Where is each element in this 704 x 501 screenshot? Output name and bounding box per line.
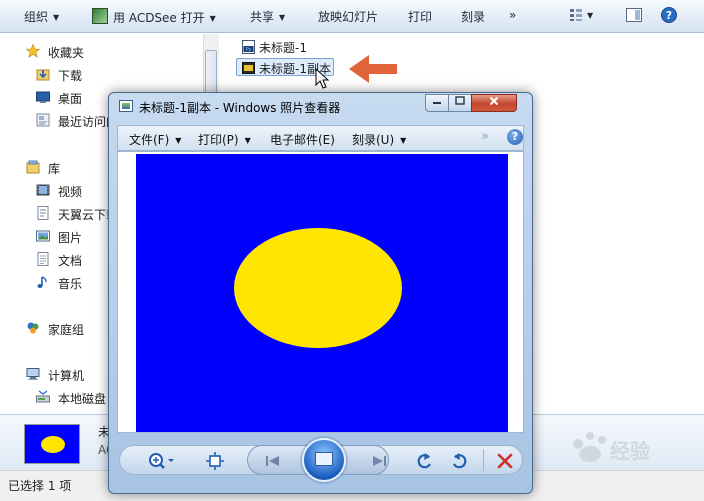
print-button[interactable]: 打印 bbox=[408, 8, 432, 25]
menu-file[interactable]: 文件(F) ▼ bbox=[129, 131, 181, 148]
chevron-down-icon: ▼ bbox=[279, 13, 286, 22]
minimize-icon bbox=[433, 102, 441, 104]
photo-viewer-icon bbox=[119, 100, 133, 112]
viewer-control-bar bbox=[117, 437, 524, 482]
close-button[interactable] bbox=[471, 94, 517, 112]
rotate-clockwise-icon[interactable] bbox=[449, 451, 469, 471]
fit-to-window-icon[interactable] bbox=[205, 451, 225, 471]
menu-burn[interactable]: 刻录(U) ▼ bbox=[352, 131, 406, 148]
explorer-toolbar: 组织 ▼ 用 ACDSee 打开 ▼ 共享 ▼ 放映幻灯片 打印 刻录 » ▼ ? bbox=[0, 0, 704, 33]
acdsee-icon bbox=[92, 8, 108, 24]
chevron-down-icon: ▼ bbox=[209, 14, 216, 23]
mouse-cursor-icon bbox=[315, 68, 330, 89]
chevron-down-icon: ▼ bbox=[400, 136, 407, 145]
menu-print-label: 打印(P) bbox=[198, 133, 239, 147]
maximize-button[interactable] bbox=[448, 94, 472, 112]
file-thumbnail bbox=[24, 424, 80, 464]
previous-icon[interactable] bbox=[263, 451, 283, 471]
displayed-photo bbox=[136, 154, 508, 432]
recent-places-icon bbox=[36, 113, 50, 127]
share-button[interactable]: 共享 ▼ bbox=[250, 8, 285, 25]
open-with-acdsee-button[interactable]: 用 ACDSee 打开 ▼ bbox=[92, 8, 216, 26]
svg-text:Ps: Ps bbox=[246, 47, 252, 53]
photo-viewer-window: 未标题-1副本 - Windows 照片查看器 文件(F) ▼ 打印(P) ▼ 电子… bbox=[108, 92, 533, 494]
svg-text:?: ? bbox=[666, 9, 672, 22]
nav-label: 计算机 bbox=[48, 369, 85, 383]
yellow-ellipse bbox=[234, 228, 402, 348]
nav-label: 本地磁盘 bbox=[58, 392, 107, 406]
photoshop-file-icon: Ps bbox=[242, 40, 255, 54]
window-title: 未标题-1副本 - Windows 照片查看器 bbox=[139, 101, 341, 115]
watermark: 经验 bbox=[548, 422, 698, 474]
preview-pane-icon[interactable] bbox=[626, 8, 642, 22]
slideshow-button[interactable] bbox=[302, 438, 346, 482]
chevron-down-icon: ▼ bbox=[175, 136, 182, 145]
maximize-icon bbox=[455, 96, 465, 105]
next-icon[interactable] bbox=[369, 451, 389, 471]
close-icon bbox=[489, 96, 499, 106]
organize-label: 组织 bbox=[24, 10, 49, 24]
delete-icon[interactable] bbox=[495, 451, 515, 471]
slideshow-button[interactable]: 放映幻灯片 bbox=[318, 8, 378, 25]
help-icon[interactable]: ? bbox=[507, 129, 523, 145]
minimize-button[interactable] bbox=[425, 94, 449, 112]
file-name: 未标题-1 bbox=[259, 41, 307, 55]
desktop-icon bbox=[36, 91, 50, 103]
document-folder-icon bbox=[37, 206, 49, 220]
nav-label: 下载 bbox=[58, 69, 83, 83]
annotation-arrow-icon bbox=[349, 55, 397, 83]
image-canvas[interactable] bbox=[117, 151, 524, 433]
local-disk-icon bbox=[36, 390, 50, 403]
computer-icon bbox=[26, 368, 40, 380]
chevron-down-icon: ▼ bbox=[53, 13, 60, 22]
open-with-label: 用 ACDSee 打开 bbox=[113, 11, 205, 25]
pictures-icon bbox=[36, 230, 50, 242]
viewer-menubar: 文件(F) ▼ 打印(P) ▼ 电子邮件(E) 刻录(U) ▼ » ? bbox=[117, 125, 524, 151]
viewer-titlebar[interactable]: 未标题-1副本 - Windows 照片查看器 bbox=[109, 93, 532, 119]
burn-button[interactable]: 刻录 bbox=[461, 8, 485, 25]
nav-label: 收藏夹 bbox=[48, 46, 85, 60]
star-icon bbox=[26, 44, 40, 58]
chevron-down-icon: ▼ bbox=[244, 136, 251, 145]
nav-label: 视频 bbox=[58, 185, 83, 199]
menu-file-label: 文件(F) bbox=[129, 133, 170, 147]
status-text: 已选择 1 项 bbox=[8, 479, 72, 493]
menu-print[interactable]: 打印(P) ▼ bbox=[198, 131, 251, 148]
videos-icon bbox=[36, 184, 50, 196]
image-file-icon bbox=[242, 62, 255, 74]
menu-more-button[interactable]: » bbox=[481, 129, 489, 144]
baidu-watermark-logo: 经验 bbox=[573, 432, 650, 463]
downloads-folder-icon bbox=[36, 69, 50, 81]
zoom-icon[interactable] bbox=[147, 451, 175, 471]
rotate-counterclockwise-icon[interactable] bbox=[415, 451, 435, 471]
music-icon bbox=[37, 276, 47, 288]
libraries-icon bbox=[26, 160, 40, 174]
control-separator bbox=[483, 449, 484, 471]
nav-label: 图片 bbox=[58, 231, 83, 245]
help-icon[interactable]: ? bbox=[661, 7, 677, 23]
organize-button[interactable]: 组织 ▼ bbox=[24, 8, 59, 25]
nav-label: 音乐 bbox=[58, 277, 83, 291]
menu-burn-label: 刻录(U) bbox=[352, 133, 395, 147]
nav-label: 桌面 bbox=[58, 92, 83, 106]
change-view-icon[interactable] bbox=[569, 8, 583, 22]
share-label: 共享 bbox=[250, 10, 275, 24]
nav-label: 文档 bbox=[58, 254, 83, 268]
toolbar-more-button[interactable]: » bbox=[509, 8, 516, 22]
svg-text:经验: 经验 bbox=[610, 439, 650, 463]
nav-label: 库 bbox=[48, 162, 61, 176]
file-item[interactable]: Ps 未标题-1 bbox=[242, 38, 322, 56]
menu-email[interactable]: 电子邮件(E) bbox=[270, 131, 335, 148]
slideshow-icon bbox=[315, 452, 333, 466]
homegroup-icon bbox=[27, 322, 39, 334]
view-options-chevron-icon[interactable]: ▼ bbox=[587, 11, 593, 20]
documents-icon bbox=[37, 252, 49, 266]
nav-label: 家庭组 bbox=[48, 323, 85, 337]
